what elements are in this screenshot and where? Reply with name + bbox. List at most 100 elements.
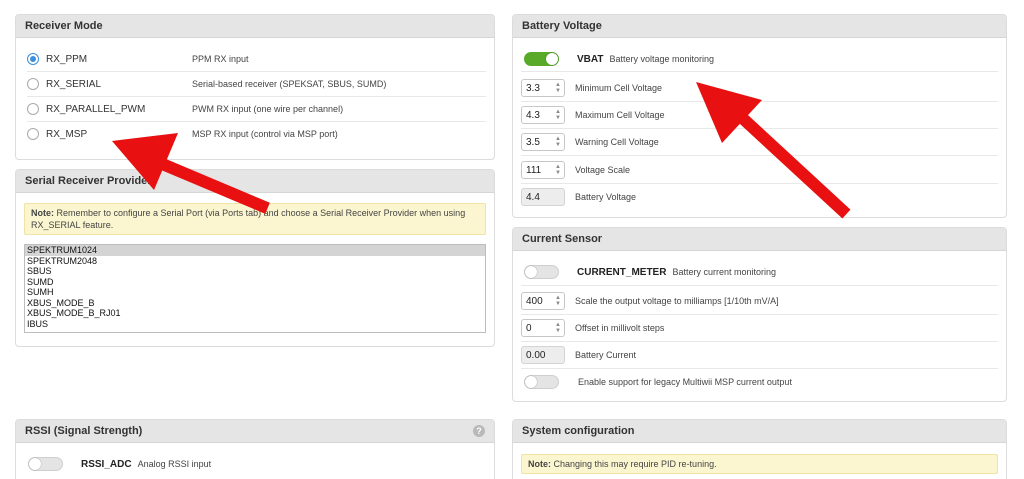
receiver-mode-title: Receiver Mode (25, 20, 103, 32)
radio-description: PWM RX input (one wire per channel) (192, 104, 344, 114)
readout-value: 0.00 (526, 349, 546, 361)
rssi-title: RSSI (Signal Strength) (25, 425, 143, 437)
list-item[interactable]: IBUS (25, 319, 485, 330)
warning-cell-voltage-input[interactable]: 3.5 ▲ ▼ (521, 133, 565, 151)
radio-description: Serial-based receiver (SPEKSAT, SBUS, SU… (192, 79, 387, 89)
input-value: 111 (526, 164, 542, 176)
battery-voltage-panel: Battery Voltage VBAT Battery voltage mon… (512, 14, 1007, 218)
spinner-icon[interactable]: ▲ ▼ (555, 82, 561, 94)
input-value: 3.3 (526, 82, 540, 94)
radio-label: RX_SERIAL (46, 78, 102, 90)
radio-button[interactable] (27, 128, 39, 140)
battery-voltage-readout-row: 4.4 Battery Voltage (521, 186, 998, 208)
list-item[interactable]: SPEKTRUM1024 (25, 245, 485, 256)
list-item[interactable]: SPEKTRUM2048 (25, 256, 485, 267)
input-value: 400 (526, 295, 543, 307)
battery-voltage-header: Battery Voltage (513, 15, 1006, 38)
field-label: Voltage Scale (575, 165, 631, 175)
list-item[interactable]: XBUS_MODE_B_RJ01 (25, 308, 485, 319)
min-cell-voltage-input[interactable]: 3.3 ▲ ▼ (521, 79, 565, 97)
voltage-scale-row: 111 ▲ ▼ Voltage Scale (521, 159, 998, 181)
field-label: Warning Cell Voltage (575, 137, 659, 147)
toggle-key: CURRENT_METER (577, 266, 667, 278)
field-label: Maximum Cell Voltage (575, 110, 665, 120)
input-value: 3.5 (526, 136, 540, 148)
radio-button[interactable] (27, 78, 39, 90)
legacy-msp-row: Enable support for legacy Multiwii MSP c… (524, 371, 998, 393)
field-label: Scale the output voltage to milliamps [1… (575, 296, 779, 306)
radio-description: MSP RX input (control via MSP port) (192, 129, 338, 139)
vbat-toggle[interactable] (524, 52, 559, 66)
system-config-panel: System configuration Note: Changing this… (512, 419, 1007, 479)
input-value: 4.3 (526, 109, 540, 121)
toggle-description: Battery current monitoring (672, 267, 776, 277)
field-label: Offset in millivolt steps (575, 323, 665, 333)
divider (521, 285, 998, 286)
system-config-note: Note: Changing this may require PID re-t… (521, 454, 998, 474)
divider (521, 368, 998, 369)
note-text: Changing this may require PID re-tuning. (551, 459, 717, 469)
min-cell-voltage-row: 3.3 ▲ ▼ Minimum Cell Voltage (521, 77, 998, 99)
current-sensor-title: Current Sensor (522, 233, 603, 245)
radio-rx-ppm[interactable]: RX_PPM PPM RX input (27, 47, 486, 71)
battery-voltage-readout: 4.4 (521, 188, 565, 206)
current-offset-row: 0 ▲ ▼ Offset in millivolt steps (521, 317, 998, 339)
input-value: 0 (526, 322, 532, 334)
divider (521, 71, 998, 72)
list-item[interactable]: XBUS_MODE_B (25, 298, 485, 309)
list-item[interactable]: SBUS (25, 266, 485, 277)
radio-description: PPM RX input (192, 54, 249, 64)
current-meter-toggle[interactable] (524, 265, 559, 279)
serial-receiver-note: Note: Remember to configure a Serial Por… (24, 203, 486, 235)
help-icon[interactable]: ? (473, 425, 485, 437)
divider (521, 101, 998, 102)
current-scale-row: 400 ▲ ▼ Scale the output voltage to millia… (521, 290, 998, 312)
field-label: Battery Current (575, 350, 637, 360)
note-label: Note: (31, 208, 54, 218)
readout-value: 4.4 (526, 191, 540, 203)
warning-cell-voltage-row: 3.5 ▲ ▼ Warning Cell Voltage (521, 131, 998, 153)
divider (521, 155, 998, 156)
list-item[interactable]: SUMH (25, 287, 485, 298)
spinner-icon[interactable]: ▲ ▼ (555, 295, 561, 307)
legacy-msp-toggle[interactable] (524, 375, 559, 389)
system-config-header: System configuration (513, 420, 1006, 443)
rssi-header: RSSI (Signal Strength) ? (16, 420, 494, 443)
radio-rx-msp[interactable]: RX_MSP MSP RX input (control via MSP por… (27, 122, 486, 146)
spinner-icon[interactable]: ▲ ▼ (555, 109, 561, 121)
radio-label: RX_MSP (46, 128, 88, 140)
serial-receiver-panel: Serial Receiver Provider Note: Remember … (15, 169, 495, 347)
radio-rx-serial[interactable]: RX_SERIAL Serial-based receiver (SPEKSAT… (27, 72, 486, 96)
current-scale-input[interactable]: 400 ▲ ▼ (521, 292, 565, 310)
note-label: Note: (528, 459, 551, 469)
rssi-panel: RSSI (Signal Strength) ? RSSI_ADC Analog… (15, 419, 495, 479)
serial-receiver-header: Serial Receiver Provider (16, 170, 494, 193)
current-meter-row: CURRENT_METER Battery current monitoring (524, 261, 998, 283)
receiver-mode-header: Receiver Mode (16, 15, 494, 38)
current-offset-input[interactable]: 0 ▲ ▼ (521, 319, 565, 337)
radio-label: RX_PPM (46, 53, 88, 65)
max-cell-voltage-input[interactable]: 4.3 ▲ ▼ (521, 106, 565, 124)
battery-current-readout-row: 0.00 Battery Current (521, 344, 998, 366)
rssi-adc-toggle[interactable] (28, 457, 63, 471)
serial-provider-listbox[interactable]: SPEKTRUM1024 SPEKTRUM2048 SBUS SUMD SUMH… (24, 244, 486, 333)
spinner-icon[interactable]: ▲ ▼ (555, 164, 561, 176)
divider (521, 128, 998, 129)
radio-button[interactable] (27, 103, 39, 115)
radio-label: RX_PARALLEL_PWM (46, 103, 146, 115)
divider (521, 314, 998, 315)
serial-receiver-title: Serial Receiver Provider (25, 175, 152, 187)
voltage-scale-input[interactable]: 111 ▲ ▼ (521, 161, 565, 179)
toggle-key: RSSI_ADC (81, 458, 132, 470)
list-item[interactable]: SUMD (25, 277, 485, 288)
spinner-icon[interactable]: ▲ ▼ (555, 322, 561, 334)
rssi-adc-row: RSSI_ADC Analog RSSI input (28, 453, 486, 475)
current-sensor-header: Current Sensor (513, 228, 1006, 251)
receiver-mode-panel: Receiver Mode RX_PPM PPM RX input RX_SER… (15, 14, 495, 160)
radio-rx-parallel-pwm[interactable]: RX_PARALLEL_PWM PWM RX input (one wire p… (27, 97, 486, 121)
divider (521, 341, 998, 342)
radio-button-checked[interactable] (27, 53, 39, 65)
field-label: Minimum Cell Voltage (575, 83, 663, 93)
spinner-icon[interactable]: ▲ ▼ (555, 136, 561, 148)
max-cell-voltage-row: 4.3 ▲ ▼ Maximum Cell Voltage (521, 104, 998, 126)
